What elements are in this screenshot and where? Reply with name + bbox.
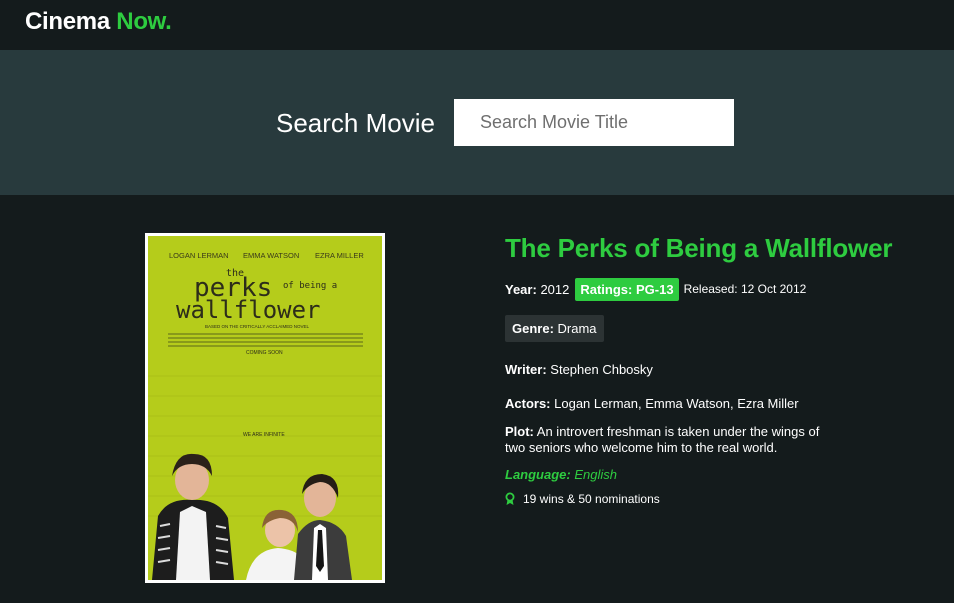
search-section: Search Movie [0, 50, 954, 195]
movie-title: The Perks of Being a Wallflower [505, 233, 893, 263]
awards-line: 19 wins & 50 nominations [505, 492, 660, 506]
plot-value: An introvert freshman is taken under the… [505, 424, 820, 455]
rating-label: Ratings: [580, 281, 633, 297]
poster-title-small: of being a [283, 281, 337, 291]
poster-title-wallflower: wallflower [176, 296, 321, 324]
brand-name: Cinema [25, 8, 110, 35]
year-value: 2012 [540, 281, 570, 297]
poster-actor-3: EZRA MILLER [315, 251, 364, 260]
navbar: Cinema Now. [0, 0, 954, 50]
released-info: Released: 12 Oct 2012 [684, 282, 807, 296]
actors-label: Actors: [505, 396, 551, 411]
genre-badge: Genre: Drama [505, 315, 604, 342]
plot-line: Plot: An introvert freshman is taken und… [505, 424, 835, 456]
award-ribbon-icon [505, 492, 515, 506]
released-label: Released: [683, 282, 738, 296]
language-label: Language: [505, 467, 571, 482]
plot-label: Plot: [505, 424, 534, 439]
brand-logo[interactable]: Cinema Now. [25, 8, 172, 36]
poster-actor-2: EMMA WATSON [243, 251, 299, 260]
actors-line: Actors: Logan Lerman, Emma Watson, Ezra … [505, 396, 799, 411]
year-label: Year: [505, 281, 537, 297]
poster-tagline: BASED ON THE CRITICALLY ACCLAIMED NOVEL [205, 324, 310, 329]
language-line: Language: English [505, 467, 617, 482]
writer-label: Writer: [505, 362, 547, 377]
genre-value: Drama [557, 321, 597, 336]
genre-label: Genre: [512, 321, 554, 336]
rating-badge: Ratings: PG-13 [575, 277, 679, 301]
search-label: Search Movie [276, 108, 435, 138]
actors-value: Logan Lerman, Emma Watson, Ezra Miller [554, 396, 799, 411]
writer-line: Writer: Stephen Chbosky [505, 362, 653, 377]
writer-value: Stephen Chbosky [550, 362, 653, 377]
movie-meta-row: Year: 2012 Ratings: PG-13 Released: 12 O… [505, 277, 806, 301]
poster-coming-soon: COMING SOON [246, 350, 283, 356]
movie-poster: LOGAN LERMAN EMMA WATSON EZRA MILLER the… [145, 233, 385, 583]
awards-value: 19 wins & 50 nominations [523, 492, 660, 506]
language-value: English [574, 467, 617, 482]
released-value: 12 Oct 2012 [740, 282, 807, 296]
poster-actor-1: LOGAN LERMAN [169, 251, 229, 260]
rating-value: PG-13 [635, 281, 674, 297]
search-input[interactable] [454, 99, 734, 146]
brand-accent: Now. [116, 8, 172, 35]
poster-slogan: WE ARE INFINITE [243, 432, 285, 438]
